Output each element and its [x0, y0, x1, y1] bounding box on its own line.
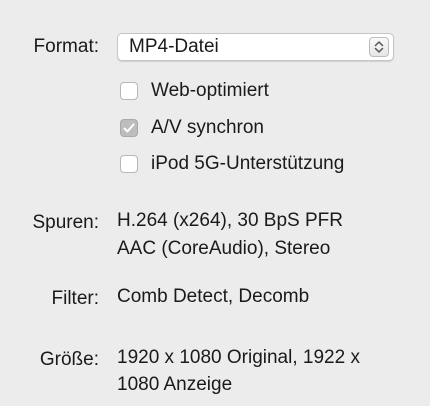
size-value-line2: 1080 Anzeige — [117, 374, 233, 395]
web-optimized-checkbox[interactable] — [120, 82, 138, 100]
format-label: Format: — [33, 36, 99, 57]
format-select[interactable]: MP4-Datei — [117, 33, 394, 61]
size-value-line1: 1920 x 1080 Original, 1922 x — [117, 347, 360, 368]
filters-label: Filter: — [51, 288, 100, 309]
av-sync-label: A/V synchron — [151, 117, 264, 138]
tracks-audio-value: AAC (CoreAudio), Stereo — [117, 238, 331, 259]
format-select-value: MP4-Datei — [129, 36, 219, 57]
tracks-label: Spuren: — [32, 212, 99, 233]
checkmark-icon — [123, 123, 135, 133]
chevron-up-down-icon — [369, 37, 389, 57]
av-sync-checkbox[interactable] — [120, 119, 138, 137]
ipod-checkbox[interactable] — [120, 155, 138, 173]
tracks-video-value: H.264 (x264), 30 BpS PFR — [117, 210, 343, 231]
web-optimized-label: Web-optimiert — [151, 80, 269, 101]
ipod-label: iPod 5G-Unterstützung — [151, 153, 345, 174]
filters-value: Comb Detect, Decomb — [117, 286, 310, 307]
size-label: Größe: — [39, 349, 99, 370]
